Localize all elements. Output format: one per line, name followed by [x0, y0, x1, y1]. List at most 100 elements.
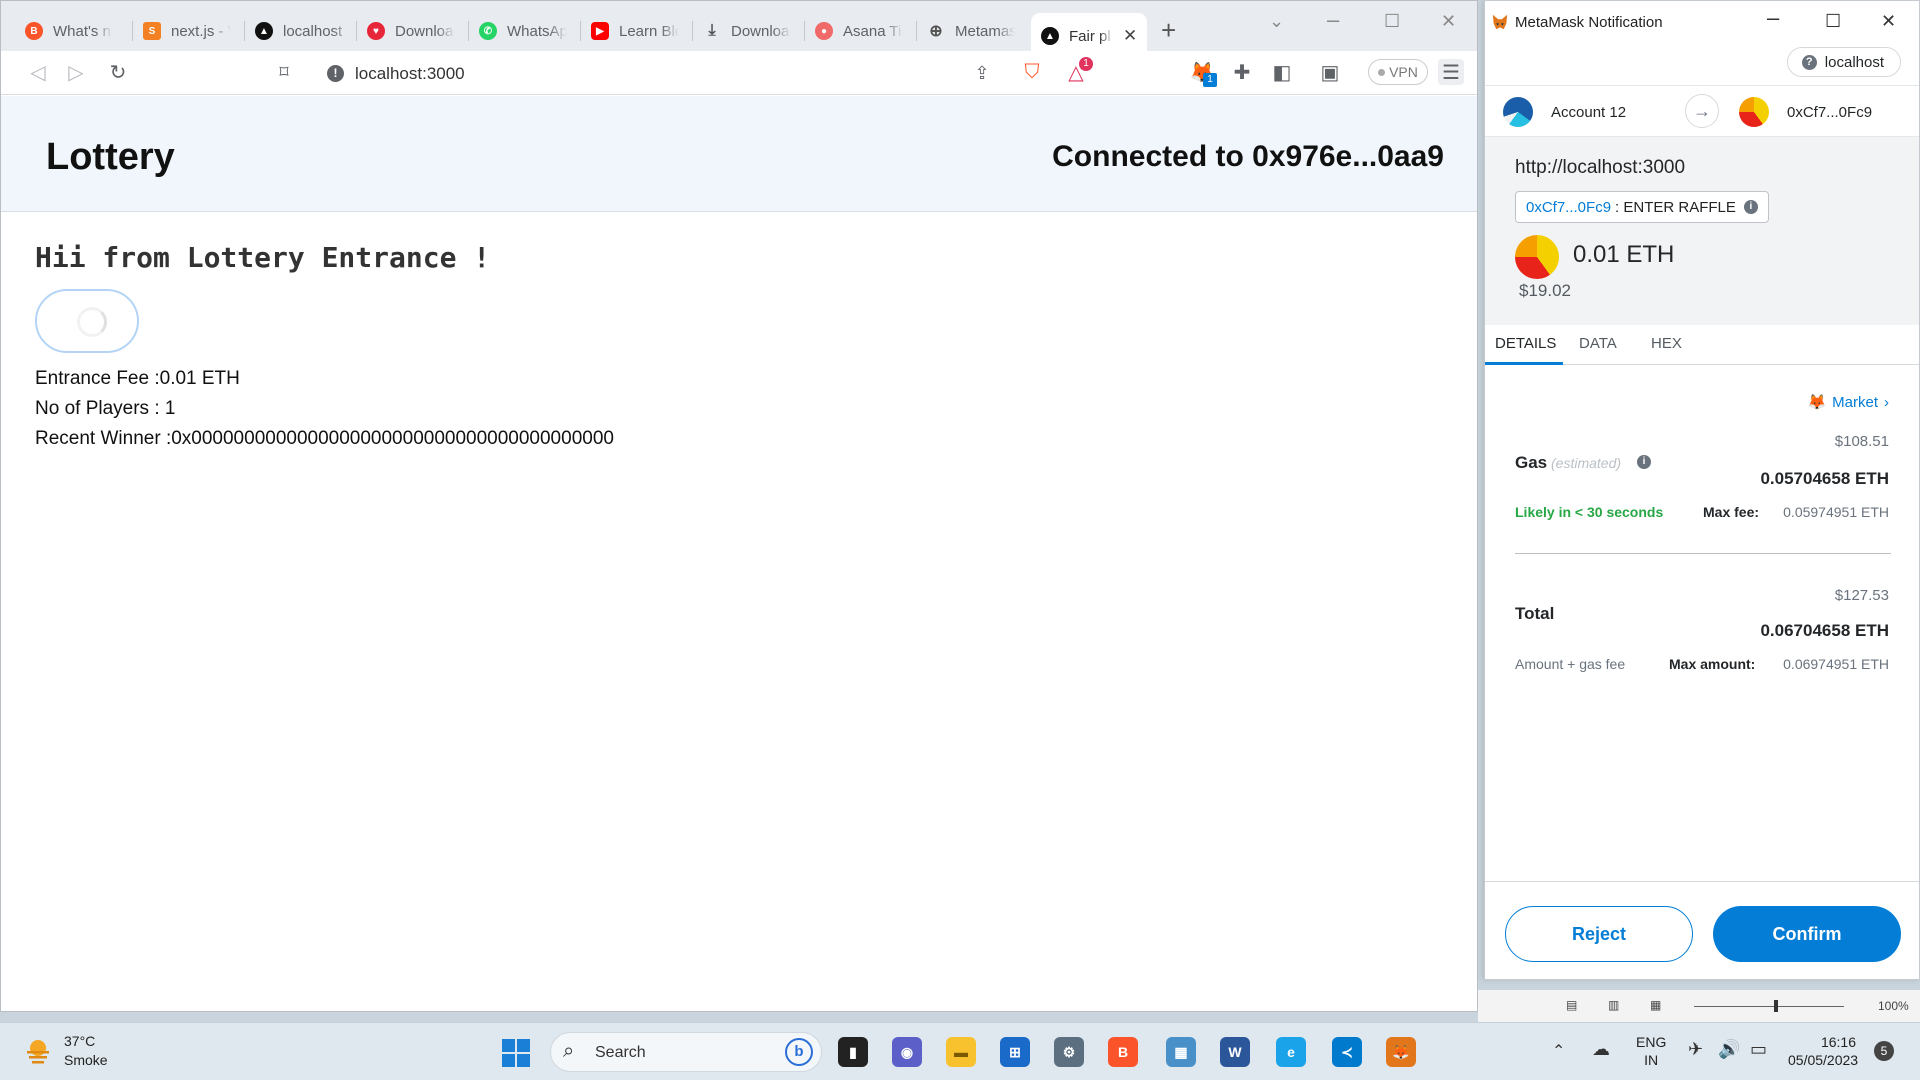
print-layout-icon[interactable]: ▥ — [1608, 998, 1619, 1012]
to-address[interactable]: 0xCf7...0Fc9 — [1787, 104, 1872, 121]
control-panel-icon[interactable]: ▦ — [1166, 1037, 1196, 1067]
transaction-value: 0.01 ETH — [1573, 241, 1675, 268]
nextjs-icon: ▲ — [255, 22, 273, 40]
market-link[interactable]: 🦊 Market › — [1807, 393, 1889, 412]
tab-nextjs-so[interactable]: S next.js - V — [133, 15, 245, 47]
sidebar-icon[interactable]: ◧ — [1269, 59, 1295, 85]
extension-badge: 1 — [1203, 73, 1217, 87]
total-label: Total — [1515, 604, 1555, 623]
show-hidden-icons-chevron-icon[interactable]: ⌃ — [1552, 1041, 1565, 1061]
brave-browser-icon[interactable]: B — [1108, 1037, 1138, 1067]
reload-icon[interactable]: ↻ — [105, 59, 131, 85]
tab-search-chevron-icon[interactable]: ⌄ — [1269, 11, 1284, 32]
tab-whatsapp[interactable]: ✆ WhatsApp — [469, 15, 581, 47]
wallet-icon[interactable]: ▣ — [1317, 59, 1343, 85]
bookmark-icon[interactable]: ⌑ — [271, 59, 297, 85]
tab-download-2[interactable]: ⤓ Download — [693, 15, 805, 47]
active-tab-indicator — [1485, 362, 1563, 365]
tab-whats-new[interactable]: B What's ne — [15, 15, 133, 47]
ms-store-icon[interactable]: ⊞ — [1000, 1037, 1030, 1067]
weather-haze-icon[interactable] — [24, 1037, 52, 1065]
address-bar[interactable]: ! localhost:3000 ⇪ — [313, 56, 1011, 90]
close-window-icon[interactable]: ✕ — [1441, 11, 1456, 32]
vpn-button[interactable]: VPN — [1368, 59, 1428, 85]
site-info-icon[interactable]: ! — [327, 65, 344, 82]
globe-icon: ⊕ — [929, 23, 943, 40]
edge-icon[interactable]: e — [1276, 1037, 1306, 1067]
battery-icon[interactable]: ▭ — [1750, 1039, 1767, 1060]
weather-condition[interactable]: Smoke — [64, 1052, 108, 1068]
tab-details[interactable]: DETAILS — [1495, 335, 1556, 352]
market-label: Market — [1832, 393, 1878, 411]
connected-account[interactable]: Connected to 0x976e...0aa9 — [1052, 140, 1444, 174]
zoom-slider[interactable] — [1694, 1006, 1844, 1007]
enter-raffle-button[interactable] — [35, 289, 139, 353]
zoom-level[interactable]: 100% — [1878, 999, 1909, 1013]
search-label: Search — [595, 1044, 646, 1061]
onedrive-icon[interactable]: ☁ — [1592, 1039, 1610, 1060]
reject-button[interactable]: Reject — [1505, 906, 1693, 962]
close-tab-icon[interactable]: ✕ — [1123, 26, 1137, 46]
mm-minimize-icon[interactable]: – — [1767, 5, 1779, 31]
word-icon[interactable]: W — [1220, 1037, 1250, 1067]
likely-time: Likely in < 30 seconds — [1515, 504, 1664, 520]
volume-icon[interactable]: 🔊 — [1718, 1039, 1740, 1060]
tab-data[interactable]: DATA — [1579, 335, 1617, 352]
metamask-window-title: MetaMask Notification — [1515, 14, 1663, 31]
extensions-puzzle-icon[interactable]: ✚ — [1229, 59, 1255, 85]
language-indicator[interactable]: ENG IN — [1636, 1033, 1666, 1069]
vpn-label: VPN — [1389, 64, 1418, 80]
settings-gear-icon[interactable]: ⚙ — [1054, 1037, 1084, 1067]
tab-hex[interactable]: HEX — [1651, 335, 1682, 352]
share-icon[interactable]: ⇪ — [969, 60, 995, 86]
task-view-icon[interactable]: ▮ — [838, 1037, 868, 1067]
tab-learn-blockchain[interactable]: ▶ Learn Bloc — [581, 15, 693, 47]
metamask-taskbar-icon[interactable]: 🦊 — [1386, 1037, 1416, 1067]
value-avatar — [1515, 235, 1559, 279]
read-mode-icon[interactable]: ▤ — [1566, 998, 1577, 1012]
new-tab-button[interactable]: + — [1161, 17, 1176, 43]
maximize-icon[interactable]: ☐ — [1384, 11, 1400, 32]
network-badge[interactable]: ? localhost — [1786, 47, 1901, 77]
max-amount-value: 0.06974951 ETH — [1783, 656, 1889, 672]
download-icon: ⤓ — [708, 22, 716, 39]
mm-close-icon[interactable]: ✕ — [1881, 11, 1896, 32]
file-explorer-icon[interactable]: ▬ — [946, 1037, 976, 1067]
gas-info-icon[interactable]: i — [1637, 455, 1651, 469]
method-contract-address[interactable]: 0xCf7...0Fc9 — [1526, 199, 1611, 216]
bing-icon[interactable]: b — [785, 1038, 813, 1066]
web-layout-icon[interactable]: ▦ — [1650, 998, 1661, 1012]
total-fiat: $127.53 — [1834, 587, 1889, 604]
taskbar-search[interactable]: ⌕ Search b — [550, 1032, 822, 1072]
menu-icon[interactable]: ☰ — [1438, 59, 1464, 85]
browser-window: B What's ne S next.js - V ▲ localhost ♥ … — [0, 0, 1478, 1012]
origin-url: http://localhost:3000 — [1515, 157, 1686, 178]
page-title: Lottery — [46, 136, 175, 178]
confirm-button[interactable]: Confirm — [1713, 906, 1901, 962]
heart-icon: ♥ — [367, 22, 385, 40]
taskbar: 37°C Smoke ⌕ Search b ▮ ◉ ▬ ⊞ ⚙ B ▦ W e … — [0, 1022, 1920, 1080]
vscode-icon[interactable]: ≺ — [1332, 1037, 1362, 1067]
from-account-name[interactable]: Account 12 — [1551, 104, 1626, 121]
tab-download-1[interactable]: ♥ Download — [357, 15, 469, 47]
tab-asana[interactable]: ● Asana Tim — [805, 15, 917, 47]
url-text[interactable]: localhost:3000 — [355, 64, 465, 84]
taskbar-clock[interactable]: 16:16 05/05/2023 — [1788, 1033, 1858, 1069]
teams-chat-icon[interactable]: ◉ — [892, 1037, 922, 1067]
windows-start-icon[interactable] — [502, 1039, 530, 1067]
region-code: IN — [1644, 1052, 1659, 1068]
airplane-mode-icon[interactable]: ✈ — [1688, 1039, 1703, 1060]
back-icon[interactable]: ◁ — [25, 59, 51, 85]
brave-shields-icon[interactable]: ⛉ — [1019, 59, 1045, 85]
weather-temp[interactable]: 37°C — [64, 1033, 95, 1049]
notification-count-badge[interactable]: 5 — [1874, 1041, 1894, 1061]
method-pill[interactable]: 0xCf7...0Fc9 : ENTER RAFFLE i — [1515, 191, 1769, 223]
tab-localhost[interactable]: ▲ localhost — [245, 15, 357, 47]
tab-metamask[interactable]: ⊕ Metamask — [917, 15, 1029, 47]
forward-icon[interactable]: ▷ — [63, 59, 89, 85]
method-info-icon[interactable]: i — [1743, 200, 1758, 214]
gas-estimated-label: (estimated) — [1551, 455, 1622, 471]
mm-maximize-icon[interactable]: ☐ — [1825, 11, 1841, 32]
zoom-thumb[interactable] — [1774, 1000, 1778, 1012]
minimize-icon[interactable]: – — [1327, 7, 1339, 33]
